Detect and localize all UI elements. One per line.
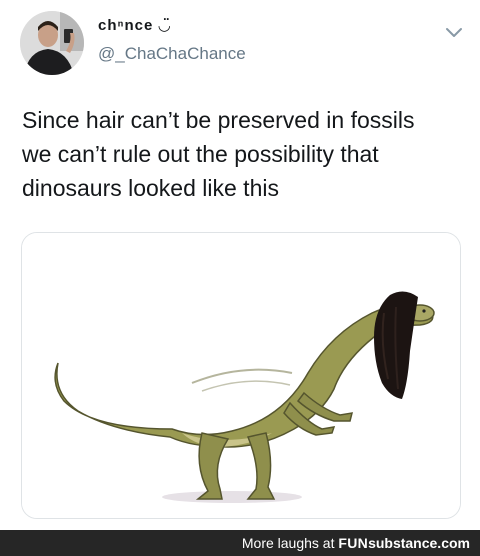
chevron-down-icon[interactable] bbox=[444, 26, 464, 40]
dinosaur-with-hair-image bbox=[22, 233, 460, 518]
footer-brand-rest: substance.com bbox=[368, 535, 470, 551]
tweet-text: Since hair can’t be preserved in fossils… bbox=[22, 103, 462, 205]
tweet-text-line: we can’t rule out the possibility that bbox=[22, 141, 379, 167]
user-handle[interactable]: @_ChaChaChance bbox=[98, 44, 246, 64]
tweet-text-line: dinosaurs looked like this bbox=[22, 175, 279, 201]
footer-brand-bold: FUN bbox=[338, 535, 369, 551]
display-name[interactable]: chⁿnce ◡̈ bbox=[98, 16, 171, 34]
footer-prefix: More laughs at bbox=[241, 535, 335, 551]
tweet-text-line: Since hair can’t be preserved in fossils bbox=[22, 107, 415, 133]
tweet-header: chⁿnce ◡̈ @_ChaChaChance bbox=[0, 0, 480, 92]
tweet-media[interactable] bbox=[21, 232, 461, 519]
footer-bar[interactable]: More laughs at FUNsubstance.com bbox=[0, 530, 480, 556]
avatar[interactable] bbox=[20, 11, 84, 75]
footer-link[interactable]: More laughs at FUNsubstance.com bbox=[242, 535, 470, 551]
avatar-photo bbox=[20, 11, 84, 75]
